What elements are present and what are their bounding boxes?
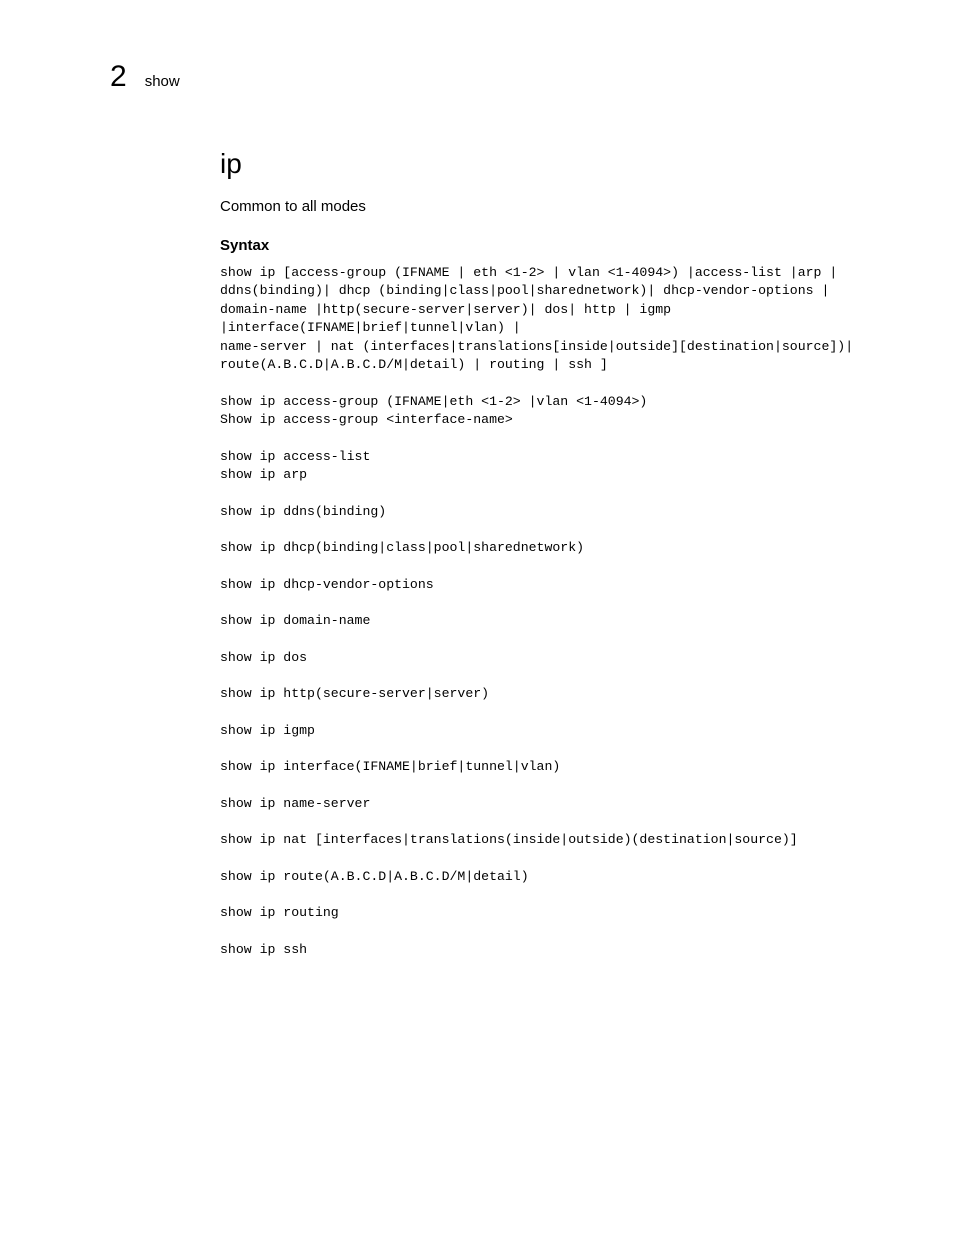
code-block: show ip ssh bbox=[220, 941, 874, 959]
syntax-heading: Syntax bbox=[220, 237, 874, 254]
command-title: ip bbox=[220, 148, 874, 180]
code-block: show ip access-list show ip arp bbox=[220, 448, 874, 485]
code-block: show ip domain-name bbox=[220, 612, 874, 630]
code-block: show ip dhcp(binding|class|pool|sharedne… bbox=[220, 539, 874, 557]
mode-description: Common to all modes bbox=[220, 198, 874, 215]
code-block: show ip igmp bbox=[220, 722, 874, 740]
chapter-title: show bbox=[145, 73, 180, 90]
page: 2 show ip Common to all modes Syntax sho… bbox=[0, 0, 954, 1235]
chapter-number: 2 bbox=[110, 60, 127, 94]
code-block: show ip http(secure-server|server) bbox=[220, 685, 874, 703]
code-block: show ip name-server bbox=[220, 795, 874, 813]
code-block: show ip route(A.B.C.D|A.B.C.D/M|detail) bbox=[220, 868, 874, 886]
code-block: show ip routing bbox=[220, 904, 874, 922]
code-block: show ip access-group (IFNAME|eth <1-2> |… bbox=[220, 393, 874, 430]
code-block: show ip dos bbox=[220, 649, 874, 667]
code-block: show ip ddns(binding) bbox=[220, 503, 874, 521]
page-header: 2 show bbox=[110, 60, 874, 94]
code-block: show ip interface(IFNAME|brief|tunnel|vl… bbox=[220, 758, 874, 776]
content-area: ip Common to all modes Syntax show ip [a… bbox=[220, 148, 874, 959]
code-block: show ip dhcp-vendor-options bbox=[220, 576, 874, 594]
code-block: show ip [access-group (IFNAME | eth <1-2… bbox=[220, 264, 874, 375]
code-block: show ip nat [interfaces|translations(ins… bbox=[220, 831, 874, 849]
